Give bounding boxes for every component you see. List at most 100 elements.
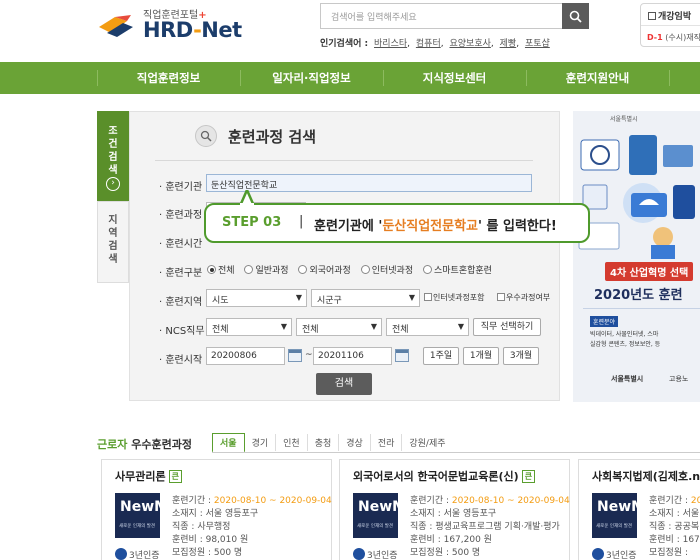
- calendar-icon[interactable]: [395, 349, 409, 362]
- form-search-button[interactable]: 검색: [316, 373, 372, 395]
- course-title: 사회복지법제(김제호.new: [592, 470, 700, 483]
- chevron-down-icon: ▼: [457, 322, 464, 331]
- banner-line-2: 실감형 콘텐츠, 정보보안, 등: [590, 341, 661, 348]
- chevron-down-icon: ▼: [280, 322, 287, 331]
- ncs-select-2[interactable]: 전체 ▼: [296, 318, 382, 336]
- nav-item-job-info[interactable]: 일자리·직업정보: [240, 62, 383, 94]
- start-to-input[interactable]: 20201106: [313, 347, 392, 365]
- cert-badge: 3년인증: [592, 548, 637, 560]
- banner-title-1: 4차 산업혁명 선택: [605, 262, 694, 281]
- type-radio-all[interactable]: 전체: [207, 265, 235, 276]
- upcoming-title: 개강임박: [658, 12, 692, 22]
- course-label: · 훈련과정: [159, 210, 203, 221]
- type-radio-group: 전체 일반과정 외국어과정 인터넷과정 스마트혼합훈련: [207, 263, 499, 276]
- cert-badge: 3년인증: [115, 548, 160, 560]
- banner-line-1: 빅데이터, 사물인터넷, 스마: [590, 331, 659, 338]
- chevron-right-icon: ›: [106, 177, 120, 191]
- region-tab-gyeonggi[interactable]: 경기: [245, 434, 277, 451]
- magnifier-icon: [195, 125, 217, 147]
- chevron-down-icon: ▼: [295, 293, 302, 302]
- tab-condition-label: 조건검색: [108, 126, 118, 176]
- nav-item-training-info[interactable]: 직업훈련정보: [97, 62, 240, 94]
- upcoming-course-box[interactable]: 개강임박 D-1 (수시)재직: [640, 3, 700, 47]
- course-card[interactable]: 사회복지법제(김제호.new NewM새로운 인재의 발견 훈련기간 : 202…: [578, 459, 700, 560]
- type-radio-general[interactable]: 일반과정: [244, 265, 289, 276]
- ncs-select-1[interactable]: 전체 ▼: [206, 318, 292, 336]
- region-district-select[interactable]: 시군구 ▼: [311, 289, 420, 307]
- region-tab-jeolla[interactable]: 전라: [371, 434, 403, 451]
- cert-badge: 3년인증: [353, 548, 398, 560]
- course-thumbnail: NewM 새로운 인재의 발견: [115, 493, 168, 538]
- promo-banner[interactable]: 서울특별시 4차 산업혁명 선택 2020년도 훈련 훈련분야 빅데이터, 사물…: [573, 111, 700, 402]
- time-label: · 훈련시간: [159, 239, 203, 250]
- hrd-logo-icon[interactable]: [97, 13, 135, 39]
- type-label: · 훈련구분: [159, 268, 203, 279]
- institution-input[interactable]: 둔산직업전문학교: [206, 174, 532, 192]
- illustration-icon: [578, 135, 695, 259]
- search-button[interactable]: [562, 3, 589, 29]
- date-range-separator: ~: [305, 350, 313, 360]
- section-title: 근로자 우수훈련과정: [97, 438, 192, 451]
- course-badge: 큰: [521, 470, 536, 483]
- calendar-icon[interactable]: [288, 349, 302, 362]
- type-radio-smart[interactable]: 스마트혼합훈련: [423, 265, 492, 276]
- certification-icon: [592, 548, 604, 560]
- popular-keyword[interactable]: 포토샵: [525, 39, 550, 49]
- banner-header: 서울특별시: [610, 116, 638, 123]
- search-input[interactable]: 검색어를 입력해주세요: [320, 3, 563, 29]
- step-number: STEP 03: [222, 215, 282, 230]
- popular-keywords: 인기검색어 : 바리스타, 컴퓨터, 요양보호사, 제빵, 포토샵: [320, 39, 550, 49]
- form-title: 훈련과정 검색: [228, 128, 317, 146]
- region-tab-gangwon-jeju[interactable]: 강원/제주: [402, 434, 452, 451]
- tab-region-label: 지역검색: [108, 215, 118, 265]
- region-tab-gyeongsang[interactable]: 경상: [339, 434, 371, 451]
- region-tabs: 서울 경기 인천 충청 경상 전라 강원/제주: [212, 433, 453, 453]
- tab-condition-search[interactable]: 조건검색 ›: [97, 111, 129, 201]
- step-callout: STEP 03 | 훈련기관에 '둔산직업전문학교' 를 입력한다!: [204, 203, 590, 243]
- excellent-course-checkbox[interactable]: 우수과정여부: [497, 292, 550, 303]
- divider: [155, 160, 533, 161]
- dday-badge: D-1: [647, 33, 663, 42]
- divider: [212, 452, 700, 453]
- range-1month-button[interactable]: 1개월: [463, 347, 499, 365]
- type-radio-internet[interactable]: 인터넷과정: [360, 265, 413, 276]
- callout-pointer: [240, 190, 254, 206]
- logo-title[interactable]: HRD-Net: [143, 18, 242, 42]
- calendar-icon: [648, 12, 656, 20]
- range-1week-button[interactable]: 1주일: [423, 347, 459, 365]
- course-card[interactable]: 외국어로서의 한국어문법교육론(신) 큰 NewM 새로운 인재의 발견 훈련기간 …: [339, 459, 570, 560]
- course-title: 외국어로서의 한국어문법교육론(신): [353, 470, 519, 483]
- ncs-select-3[interactable]: 전체 ▼: [386, 318, 469, 336]
- region-tab-chungcheong[interactable]: 충청: [308, 434, 340, 451]
- region-tab-incheon[interactable]: 인천: [276, 434, 308, 451]
- nav-item-knowledge-center[interactable]: 지식정보센터: [383, 62, 526, 94]
- popular-keyword[interactable]: 요양보호사: [449, 39, 490, 49]
- certification-icon: [115, 548, 127, 560]
- step-message: 훈련기관에 '둔산직업전문학교' 를 입력한다!: [314, 219, 557, 234]
- banner-title-2: 2020년도 훈련: [594, 288, 683, 303]
- chevron-down-icon: ▼: [370, 322, 377, 331]
- course-title: 사무관리론: [115, 470, 166, 483]
- ncs-select-button[interactable]: 직무 선택하기: [473, 318, 541, 336]
- range-3month-button[interactable]: 3개월: [503, 347, 539, 365]
- tab-region-search[interactable]: 지역검색: [97, 201, 129, 283]
- region-label: · 훈련지역: [159, 297, 203, 308]
- institution-label: · 훈련기관: [159, 182, 203, 193]
- popular-keyword[interactable]: 제빵: [500, 39, 517, 49]
- course-thumbnail: NewM 새로운 인재의 발견: [353, 493, 406, 538]
- search-icon: [569, 10, 582, 23]
- region-tab-seoul[interactable]: 서울: [212, 433, 245, 453]
- internet-course-checkbox[interactable]: 인터넷과정포함: [424, 292, 485, 303]
- region-city-select[interactable]: 시도 ▼: [206, 289, 307, 307]
- type-radio-foreign-language[interactable]: 외국어과정: [298, 265, 351, 276]
- banner-tag: 훈련분야: [590, 316, 619, 327]
- chevron-down-icon: ▼: [408, 293, 415, 302]
- popular-keyword[interactable]: 컴퓨터: [416, 39, 441, 49]
- course-card[interactable]: 사무관리론 큰 NewM 새로운 인재의 발견 훈련기간 : 2020-08-10 …: [101, 459, 332, 560]
- popular-label: 인기검색어 :: [320, 39, 369, 49]
- start-from-input[interactable]: 20200806: [206, 347, 285, 365]
- certification-icon: [353, 548, 365, 560]
- popular-keyword[interactable]: 바리스타: [374, 39, 407, 49]
- nav-item-training-support[interactable]: 훈련지원안내: [526, 62, 669, 94]
- main-nav: 직업훈련정보 일자리·직업정보 지식정보센터 훈련지원안내: [0, 62, 700, 94]
